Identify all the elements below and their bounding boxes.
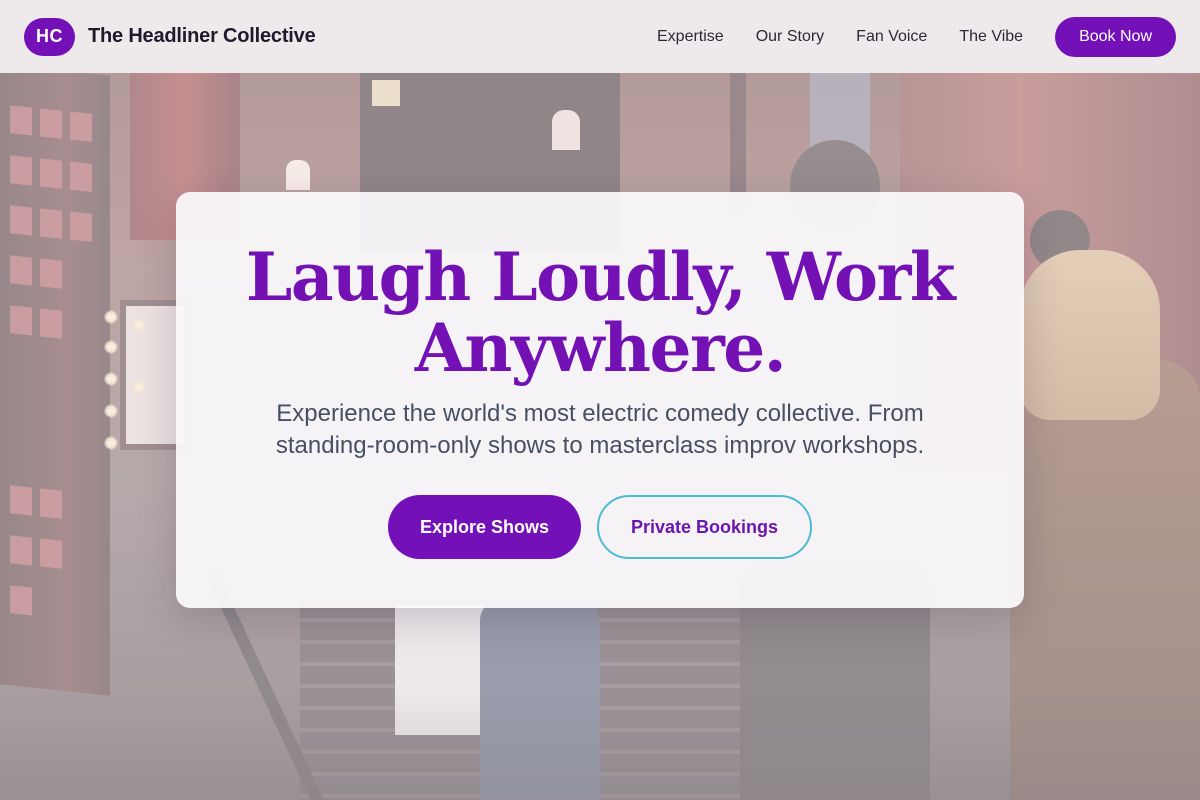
logo-badge[interactable]: HC — [24, 17, 75, 56]
nav-link-our-story[interactable]: Our Story — [756, 28, 824, 46]
nav-link-expertise[interactable]: Expertise — [657, 28, 724, 46]
hero-cta-group: Explore Shows Private Bookings — [176, 495, 1024, 559]
book-now-button[interactable]: Book Now — [1055, 16, 1176, 57]
hero-subheadline: Experience the world's most electric com… — [275, 400, 925, 459]
nav-link-fan-voice[interactable]: Fan Voice — [856, 28, 927, 46]
main-nav: Expertise Our Story Fan Voice The Vibe B… — [657, 16, 1176, 57]
brand[interactable]: HC The Headliner Collective — [24, 17, 316, 56]
explore-shows-button[interactable]: Explore Shows — [387, 495, 581, 559]
nav-link-the-vibe[interactable]: The Vibe — [959, 28, 1023, 46]
hero-headline: Laugh Loudly, Work Anywhere. — [245, 238, 956, 387]
top-navigation-bar: HC The Headliner Collective Expertise Ou… — [0, 0, 1200, 73]
private-bookings-button[interactable]: Private Bookings — [597, 495, 813, 559]
hero-card: Laugh Loudly, Work Anywhere. Experience … — [176, 192, 1024, 608]
page: HC The Headliner Collective Expertise Ou… — [0, 0, 1200, 800]
brand-name[interactable]: The Headliner Collective — [88, 25, 316, 48]
